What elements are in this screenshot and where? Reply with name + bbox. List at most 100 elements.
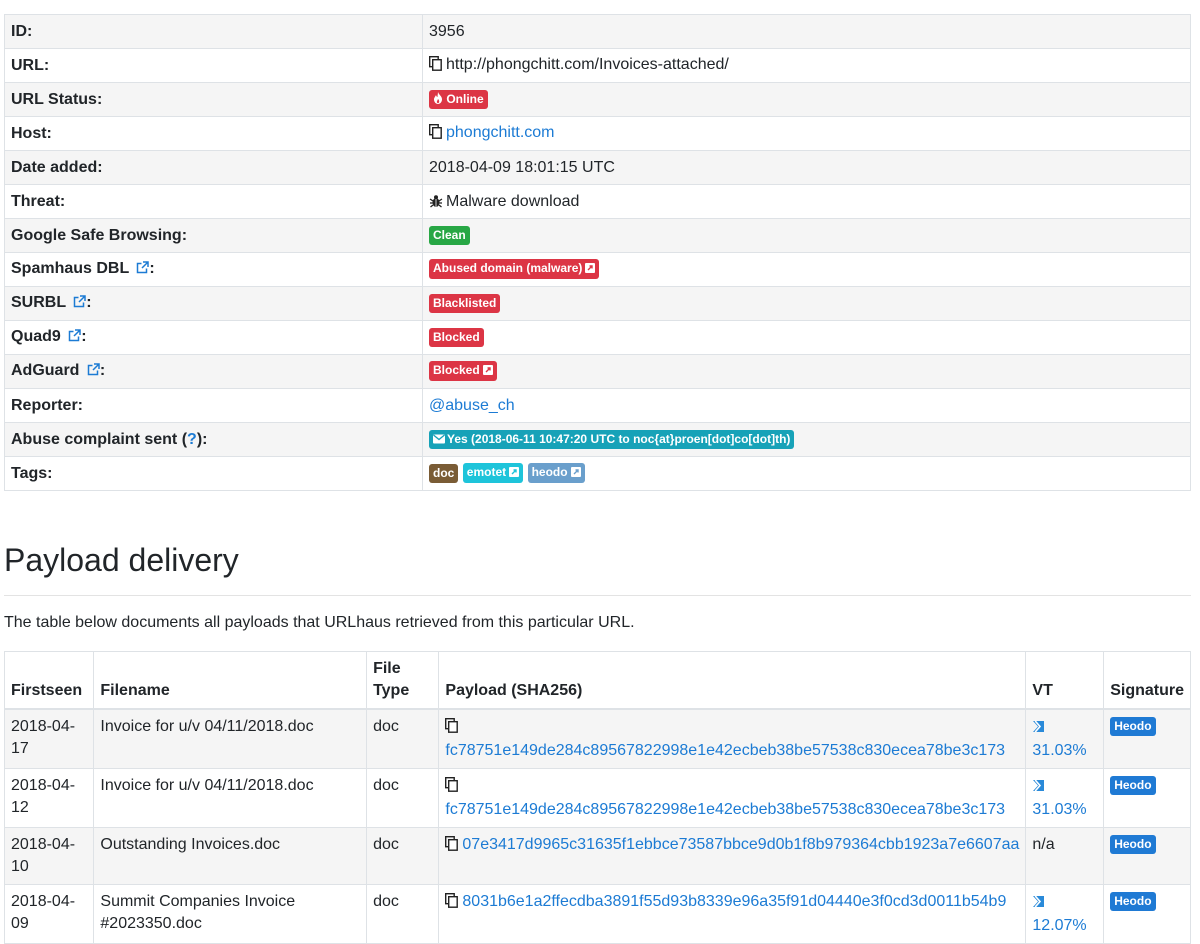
divider xyxy=(4,595,1191,596)
col-signature[interactable]: Signature xyxy=(1103,651,1191,710)
host-label: Host: xyxy=(4,116,423,151)
info-row-host: Host: phongchitt.com xyxy=(4,116,1191,151)
colon: : xyxy=(99,362,106,379)
envelope-icon xyxy=(433,432,447,446)
copy-icon[interactable] xyxy=(428,55,442,77)
info-row-adguard: AdGuard : Blocked xyxy=(4,354,1191,389)
payload-header-row: Firstseen Filename File Type Payload (SHA… xyxy=(3,651,1191,710)
payload-hash-link[interactable]: fc78751e149de284c89567822998e1e42ecbeb38… xyxy=(445,801,1005,818)
col-payload[interactable]: Payload (SHA256) xyxy=(438,651,1027,710)
payload-hash-link[interactable]: 07e3417d9965c31635f1ebbce73587bbce9d0b1f… xyxy=(462,836,1019,853)
abuse-cell: Yes (2018-06-11 10:47:20 UTC to noc{at}p… xyxy=(422,422,1191,457)
signature-badge[interactable]: Heodo xyxy=(1110,892,1156,912)
payload-table: Firstseen Filename File Type Payload (SHA… xyxy=(3,651,1191,944)
adguard-cell: Blocked xyxy=(422,354,1191,389)
vt-cell: 31.03% xyxy=(1025,768,1105,828)
reporter-cell: @abuse_ch xyxy=(422,388,1191,423)
virustotal-icon[interactable] xyxy=(1032,893,1045,915)
vt-score-link[interactable]: 31.03% xyxy=(1032,742,1086,759)
url-label: URL: xyxy=(4,48,423,83)
signature-badge[interactable]: Heodo xyxy=(1110,717,1156,737)
url-cell: http://phongchitt.com/Invoices-attached/ xyxy=(422,48,1191,83)
col-vt[interactable]: VT xyxy=(1025,651,1105,710)
col-filetype-line1: File xyxy=(373,660,401,677)
date-added-label: Date added: xyxy=(4,150,423,185)
payload-cell: fc78751e149de284c89567822998e1e42ecbeb38… xyxy=(438,768,1027,828)
col-firstseen[interactable]: Firstseen xyxy=(3,651,95,710)
abuse-text: Yes (2018-06-11 10:47:20 UTC to noc{at}p… xyxy=(447,431,791,446)
tag-doc[interactable]: doc xyxy=(429,463,459,483)
copy-icon[interactable] xyxy=(428,123,442,145)
copy-icon[interactable] xyxy=(445,835,459,858)
info-row-surbl: SURBL : Blacklisted xyxy=(4,286,1191,321)
vt-score-link[interactable]: 12.07% xyxy=(1032,917,1086,934)
gsb-label: Google Safe Browsing: xyxy=(4,218,423,253)
copy-icon[interactable] xyxy=(445,776,459,799)
host-link[interactable]: phongchitt.com xyxy=(446,124,555,141)
copy-icon[interactable] xyxy=(445,892,459,915)
firstseen-cell: 2018-04-09 xyxy=(3,884,95,944)
signature-badge[interactable]: Heodo xyxy=(1110,776,1156,796)
external-link-icon[interactable] xyxy=(87,362,100,382)
filename-cell: Outstanding Invoices.doc xyxy=(93,827,368,885)
vt-score-link[interactable]: 31.03% xyxy=(1032,801,1086,818)
abuse-label: Abuse complaint sent ( xyxy=(11,430,188,448)
virustotal-icon[interactable] xyxy=(1032,777,1045,799)
adguard-badge[interactable]: Blocked xyxy=(429,361,497,382)
quad9-label: Quad9 xyxy=(11,328,61,345)
external-link-icon[interactable] xyxy=(136,260,150,280)
adguard-text: Blocked xyxy=(433,363,480,378)
spamhaus-label: Spamhaus DBL xyxy=(11,260,129,277)
info-row-status: URL Status: Online xyxy=(4,82,1191,117)
col-filetype[interactable]: File Type xyxy=(366,651,440,710)
payload-cell: 07e3417d9965c31635f1ebbce73587bbce9d0b1f… xyxy=(438,827,1027,885)
status-badge: Online xyxy=(429,89,488,109)
external-link-icon[interactable] xyxy=(68,328,81,348)
signature-cell: Heodo xyxy=(1103,768,1191,828)
copy-icon[interactable] xyxy=(445,717,459,740)
url-value: http://phongchitt.com/Invoices-attached/ xyxy=(446,55,729,73)
col-filetype-line2: Type xyxy=(373,682,410,699)
abuse-label-cell: Abuse complaint sent (?): xyxy=(4,422,423,457)
info-row-id: ID: 3956 xyxy=(4,14,1191,49)
adguard-label-cell: AdGuard : xyxy=(4,354,423,389)
id-label: ID: xyxy=(4,14,423,49)
table-row: 2018-04-10 Outstanding Invoices.doc doc … xyxy=(3,827,1191,885)
payload-hash-link[interactable]: fc78751e149de284c89567822998e1e42ecbeb38… xyxy=(445,742,1005,759)
info-row-spamhaus: Spamhaus DBL : Abused domain (malware) xyxy=(4,252,1191,287)
quad9-badge: Blocked xyxy=(429,327,484,347)
colon: : xyxy=(149,260,155,277)
url-info-table: ID: 3956 URL: http://phongchitt.com/Invo… xyxy=(4,14,1191,491)
tag-emotet-text: emotet xyxy=(466,465,507,480)
firstseen-cell: 2018-04-17 xyxy=(3,708,95,769)
gsb-cell: Clean xyxy=(422,218,1191,253)
external-link-icon xyxy=(482,364,493,378)
info-row-gsb: Google Safe Browsing: Clean xyxy=(4,218,1191,253)
surbl-label: SURBL xyxy=(11,294,66,311)
abuse-help-link[interactable]: ? xyxy=(187,431,197,448)
table-row: 2018-04-12 Invoice for u/v 04/11/2018.do… xyxy=(3,768,1191,828)
reporter-link[interactable]: @abuse_ch xyxy=(429,397,515,414)
threat-value: Malware download xyxy=(446,192,580,210)
url-info-section: ID: 3956 URL: http://phongchitt.com/Invo… xyxy=(4,14,1191,491)
fire-icon xyxy=(433,91,443,106)
id-value: 3956 xyxy=(422,14,1191,49)
info-row-threat: Threat: Malware download xyxy=(4,184,1191,219)
url-status-cell: Online xyxy=(422,82,1191,117)
col-filename[interactable]: Filename xyxy=(93,651,368,710)
virustotal-icon[interactable] xyxy=(1032,718,1045,740)
tag-heodo-text: heodo xyxy=(531,465,568,480)
vt-cell: n/a xyxy=(1025,827,1105,885)
payload-hash-link[interactable]: 8031b6e1a2ffecdba3891f55d93b8339e96a35f9… xyxy=(462,893,1006,910)
colon: : xyxy=(86,294,92,311)
tag-heodo[interactable]: heodo xyxy=(527,463,585,484)
table-row: 2018-04-17 Invoice for u/v 04/11/2018.do… xyxy=(3,708,1191,769)
surbl-cell: Blacklisted xyxy=(422,286,1191,321)
tag-emotet[interactable]: emotet xyxy=(462,463,524,484)
external-link-icon[interactable] xyxy=(73,294,87,314)
surbl-label-cell: SURBL : xyxy=(4,286,423,321)
info-row-reporter: Reporter: @abuse_ch xyxy=(4,388,1191,423)
spamhaus-badge[interactable]: Abused domain (malware) xyxy=(429,259,600,280)
quad9-cell: Blocked xyxy=(422,320,1191,355)
signature-badge[interactable]: Heodo xyxy=(1110,835,1156,855)
